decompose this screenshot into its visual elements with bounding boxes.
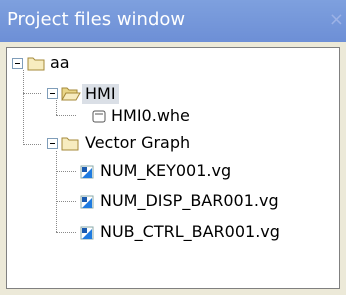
vector-file-icon [80,226,94,240]
tree-label-vg-file: NUB_CTRL_BAR001.vg [100,222,280,241]
tree-label-vg-file: NUM_DISP_BAR001.vg [100,191,279,210]
vector-file-icon [80,165,94,179]
project-tree: aa HMI HMI0.whe Vector Graph NUM_KEY001.… [6,47,340,289]
tree-label-hmi: HMI [82,84,119,104]
collapse-icon[interactable] [12,58,23,69]
folder-open-icon [61,87,81,101]
folder-icon [61,137,79,151]
file-icon [92,110,106,123]
tree-label-vector-graph: Vector Graph [85,133,191,152]
panel-title: Project files window [7,9,186,30]
collapse-icon[interactable] [47,88,58,99]
collapse-icon[interactable] [47,138,58,149]
tree-label-aa: aa [50,53,70,72]
project-files-panel: Project files window × aa HMI HMI0.whe V… [0,0,346,295]
title-bar: Project files window × [0,0,346,42]
tree-label-hmi0: HMI0.whe [111,106,190,125]
vector-file-icon [80,195,94,209]
folder-icon [27,57,45,71]
tree-label-vg-file: NUM_KEY001.vg [100,161,232,180]
close-icon[interactable]: × [329,9,344,30]
